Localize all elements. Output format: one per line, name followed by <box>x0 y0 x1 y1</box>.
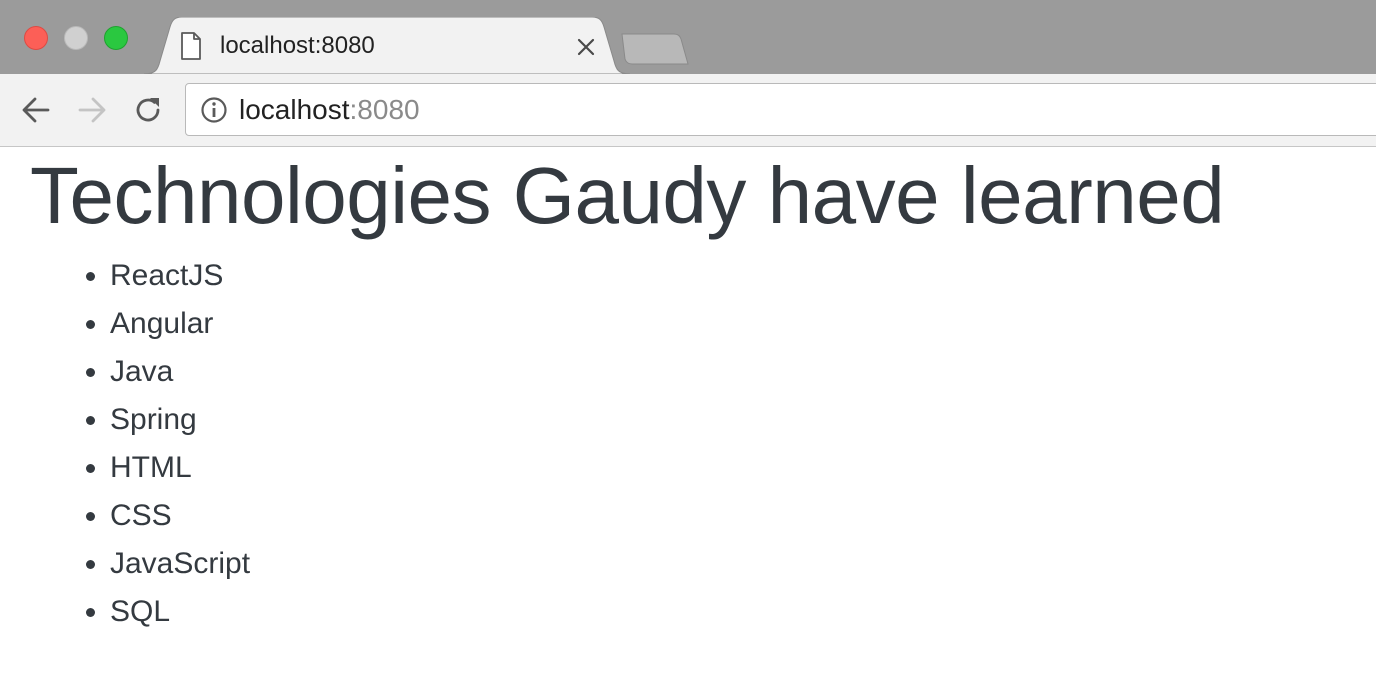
reload-icon <box>136 98 160 122</box>
tab-strip: localhost:8080 <box>0 0 1376 74</box>
window-maximize-button[interactable] <box>104 26 128 50</box>
back-button[interactable] <box>18 92 54 128</box>
window-minimize-button[interactable] <box>64 26 88 50</box>
new-tab-button[interactable] <box>620 33 690 65</box>
browser-toolbar: localhost:8080 <box>0 74 1376 147</box>
list-item: JavaScript <box>110 540 250 588</box>
list-item: Java <box>110 348 250 396</box>
list-item: ReactJS <box>110 252 250 300</box>
page-title: Technologies Gaudy have learned <box>30 151 1225 240</box>
tab-title: localhost:8080 <box>220 32 375 59</box>
tab-background <box>144 17 630 74</box>
close-icon <box>577 38 595 56</box>
url-host: localhost <box>239 94 350 125</box>
list-item: HTML <box>110 444 250 492</box>
url-text[interactable]: localhost:8080 <box>239 93 420 127</box>
url-port: :8080 <box>349 94 420 125</box>
forward-arrow-icon <box>78 97 106 123</box>
list-item: Spring <box>110 396 250 444</box>
reload-button[interactable] <box>130 92 166 128</box>
info-icon[interactable] <box>200 96 228 124</box>
list-item: CSS <box>110 492 250 540</box>
forward-button[interactable] <box>74 92 110 128</box>
page-content: Technologies Gaudy have learned ReactJS … <box>0 148 1376 690</box>
document-icon <box>181 32 201 60</box>
tab-close-button[interactable] <box>572 33 600 61</box>
address-bar[interactable]: localhost:8080 <box>185 83 1376 136</box>
list-item: Angular <box>110 300 250 348</box>
technology-list: ReactJS Angular Java Spring HTML CSS Jav… <box>0 252 250 636</box>
active-tab[interactable]: localhost:8080 <box>144 17 630 74</box>
window-close-button[interactable] <box>24 26 48 50</box>
browser-window: localhost:8080 localhost:8080 Technologi… <box>0 0 1376 690</box>
back-arrow-icon <box>22 97 50 123</box>
list-item: SQL <box>110 588 250 636</box>
